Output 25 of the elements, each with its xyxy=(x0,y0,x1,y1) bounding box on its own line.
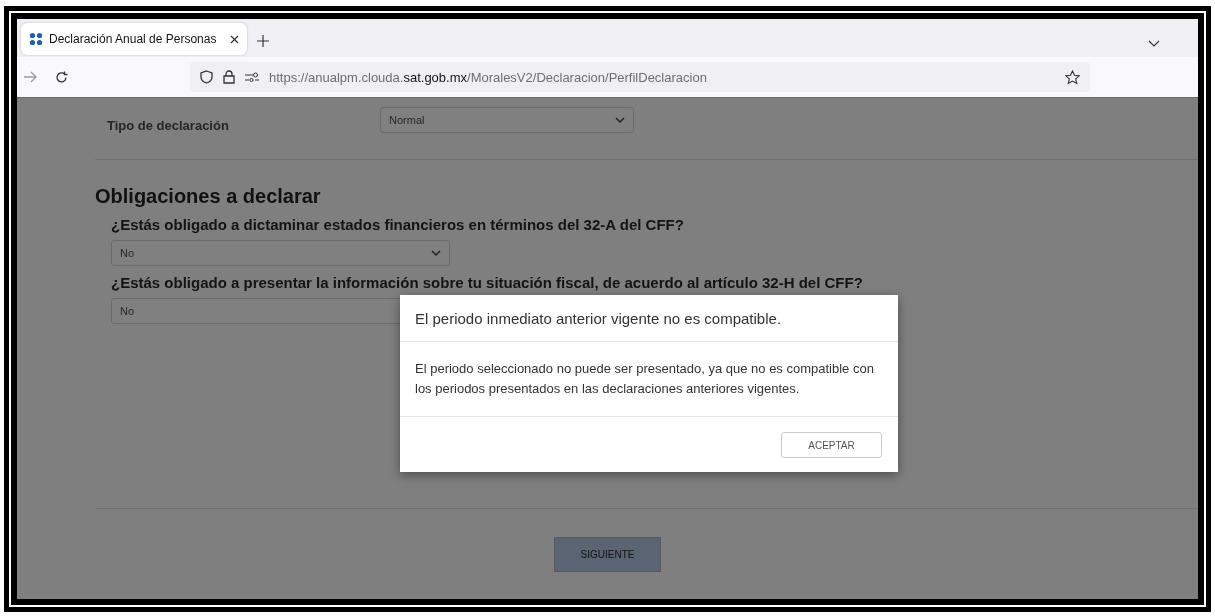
section-heading: Obligaciones a declarar xyxy=(95,185,322,208)
dialog-title: El periodo inmediato anterior vigente no es compatible. xyxy=(400,295,898,342)
chevron-down-icon xyxy=(431,250,441,256)
accept-button[interactable]: ACEPTAR xyxy=(781,432,882,458)
field-label: Tipo de declaración xyxy=(107,117,230,133)
new-tab-icon[interactable] xyxy=(257,35,269,47)
address-bar[interactable]: https://anualpm.clouda.sat.gob.mx/MoralesV2/Declaracion/PerfilDeclaracion xyxy=(190,62,1090,92)
dialog-message: El periodo seleccionado no puede ser presentado, ya que no es compatible con los periodos presentados en las declaraciones anteriores vigentes. xyxy=(400,342,898,417)
star-icon[interactable] xyxy=(1065,69,1080,85)
forward-icon[interactable] xyxy=(23,71,37,83)
shield-icon[interactable] xyxy=(200,70,213,84)
app-icon xyxy=(29,32,43,46)
browser-tab[interactable]: Declaración Anual de Personas xyxy=(21,23,247,55)
lock-icon[interactable] xyxy=(223,70,235,84)
sliders-icon[interactable] xyxy=(245,72,259,82)
question-label: ¿Estás obligado a dictaminar estados financieros en términos del 32-A del CFF? xyxy=(111,216,685,233)
chevron-down-icon[interactable] xyxy=(1148,40,1160,47)
select-field[interactable]: No xyxy=(111,240,450,266)
next-button[interactable]: SIGUIENTE xyxy=(554,537,661,572)
close-icon[interactable] xyxy=(230,34,239,44)
question-label: ¿Estás obligado a presentar la información sobre tu situación fiscal, de acuerdo al artículo 32-H del CFF? xyxy=(111,274,864,291)
chevron-down-icon xyxy=(615,116,625,123)
select-field[interactable]: Normal xyxy=(380,106,634,133)
url-text: https://anualpm.clouda.sat.gob.mx/MoralesV2/Declaracion/PerfilDeclaracion xyxy=(269,69,708,85)
reload-icon[interactable] xyxy=(55,70,68,84)
